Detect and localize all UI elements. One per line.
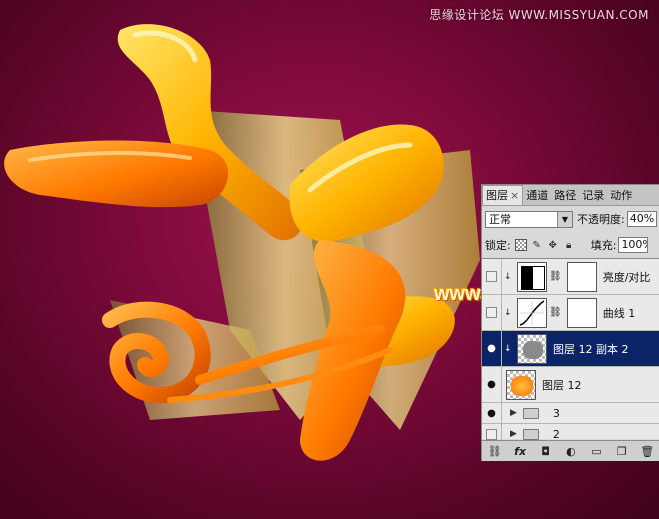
layer-row-curves[interactable]: ↓ ⛓︎ 曲线 1 (482, 295, 659, 331)
layer-name: 2 (552, 427, 560, 441)
watermark-text: 思缘设计论坛 WWW.MISSYUAN.COM (429, 8, 649, 22)
lock-fill-row: 锁定: ✎ ✥ 🔒︎ 填充: 100% (485, 235, 659, 255)
visibility-toggle[interactable] (482, 259, 502, 294)
visibility-toggle[interactable]: ● (482, 367, 502, 402)
folder-icon (522, 407, 539, 419)
mask-icon[interactable]: ◘ (538, 444, 554, 458)
layer-thumbnail (517, 333, 547, 364)
layer-row-layer12[interactable]: ● 图层 12 (482, 367, 659, 403)
link-chain-icon: ⛓︎ (549, 271, 562, 282)
tab-layers[interactable]: 图层 × (482, 185, 524, 205)
visibility-off-icon (486, 307, 497, 318)
document-canvas[interactable]: 思缘设计论坛 WWW.MISSYUAN.COM www.68ps.com 图层×… (0, 0, 659, 519)
layers-panel: 图层 × 通道 路径 记录 动作 正常 ▼ 不透明度: 40% 锁定: ✎ ✥ 🔒… (481, 184, 659, 461)
adjustment-icon[interactable]: ◐ (563, 444, 579, 458)
tab-actions[interactable]: 动作 (607, 186, 635, 205)
lock-transparent-pixels-icon[interactable] (514, 239, 527, 251)
link-icon[interactable]: ⛓︎ (487, 444, 503, 458)
lock-all-icon[interactable]: 🔒︎ (563, 239, 575, 251)
opacity-field[interactable]: 40% (626, 211, 657, 227)
clip-arrow-icon: ↓ (504, 343, 512, 354)
layer-row-layer12-copy2[interactable]: ● ↓ 图层 12 副本 2 (482, 331, 659, 367)
lock-position-icon[interactable]: ✥ (547, 239, 559, 251)
expand-arrow-icon[interactable]: ▶ (510, 429, 517, 439)
blend-mode-select[interactable]: 正常 ▼ (485, 210, 573, 228)
visibility-off-icon (486, 428, 497, 440)
panel-tabs: 图层 × 通道 路径 记录 动作 (482, 185, 659, 206)
eye-icon: ● (487, 379, 496, 390)
lock-label: 锁定: (485, 239, 511, 252)
adjustment-thumbnail (517, 261, 547, 292)
lock-image-pixels-icon[interactable]: ✎ (531, 239, 543, 251)
tab-history[interactable]: 记录 (579, 186, 607, 205)
visibility-toggle[interactable] (482, 295, 502, 330)
clip-arrow-icon: ↓ (504, 307, 512, 318)
blend-mode-value: 正常 (489, 213, 511, 226)
curves-thumbnail (517, 297, 547, 328)
eye-icon: ● (487, 407, 496, 419)
layer-name: 曲线 1 (602, 306, 636, 320)
mask-thumbnail (566, 261, 597, 292)
expand-arrow-icon[interactable]: ▶ (510, 408, 517, 418)
brightness-icon (521, 265, 545, 290)
group-icon[interactable]: ▭ (588, 444, 604, 458)
curves-icon (519, 299, 545, 326)
layer-row-brightness[interactable]: ↓ ⛓︎ 亮度/对比 (482, 259, 659, 295)
visibility-off-icon (486, 271, 497, 282)
blend-opacity-row: 正常 ▼ 不透明度: 40% (485, 209, 659, 229)
dropdown-arrow-icon[interactable]: ▼ (557, 211, 572, 227)
folder-icon (522, 428, 539, 440)
layer-list: ↓ ⛓︎ 亮度/对比 ↓ ⛓︎ 曲线 1 ● ↓ 图层 12 副本 2 ● 图层… (482, 258, 659, 445)
new-layer-icon[interactable]: ❐ (614, 444, 630, 458)
eye-icon: ● (487, 343, 496, 354)
visibility-toggle[interactable]: ● (482, 331, 502, 366)
link-chain-icon: ⛓︎ (549, 307, 562, 318)
layer-name: 图层 12 (542, 378, 582, 392)
trash-icon[interactable]: 🗑︎ (639, 444, 655, 458)
tab-channels[interactable]: 通道 (523, 186, 551, 205)
layer-thumbnail (506, 369, 536, 400)
fill-field[interactable]: 100% (618, 237, 649, 253)
layer-name: 图层 12 副本 2 (553, 342, 629, 356)
opacity-label: 不透明度: (577, 213, 625, 226)
layer-group-3[interactable]: ● ▶ 3 (482, 403, 659, 424)
visibility-toggle[interactable]: ● (482, 403, 502, 423)
fill-label: 填充: (590, 239, 617, 252)
tab-layers-label: 图层 (486, 189, 508, 202)
layer-name: 亮度/对比 (602, 270, 651, 284)
mask-thumbnail (566, 297, 597, 328)
tab-paths[interactable]: 路径 (551, 186, 579, 205)
close-icon[interactable]: × (510, 189, 519, 202)
clip-arrow-icon: ↓ (504, 271, 512, 282)
fx-icon[interactable]: fx (512, 444, 528, 458)
layer-name: 3 (552, 406, 560, 420)
panel-bottom-toolbar: ⛓︎ fx ◘ ◐ ▭ ❐ 🗑︎ (482, 440, 659, 461)
